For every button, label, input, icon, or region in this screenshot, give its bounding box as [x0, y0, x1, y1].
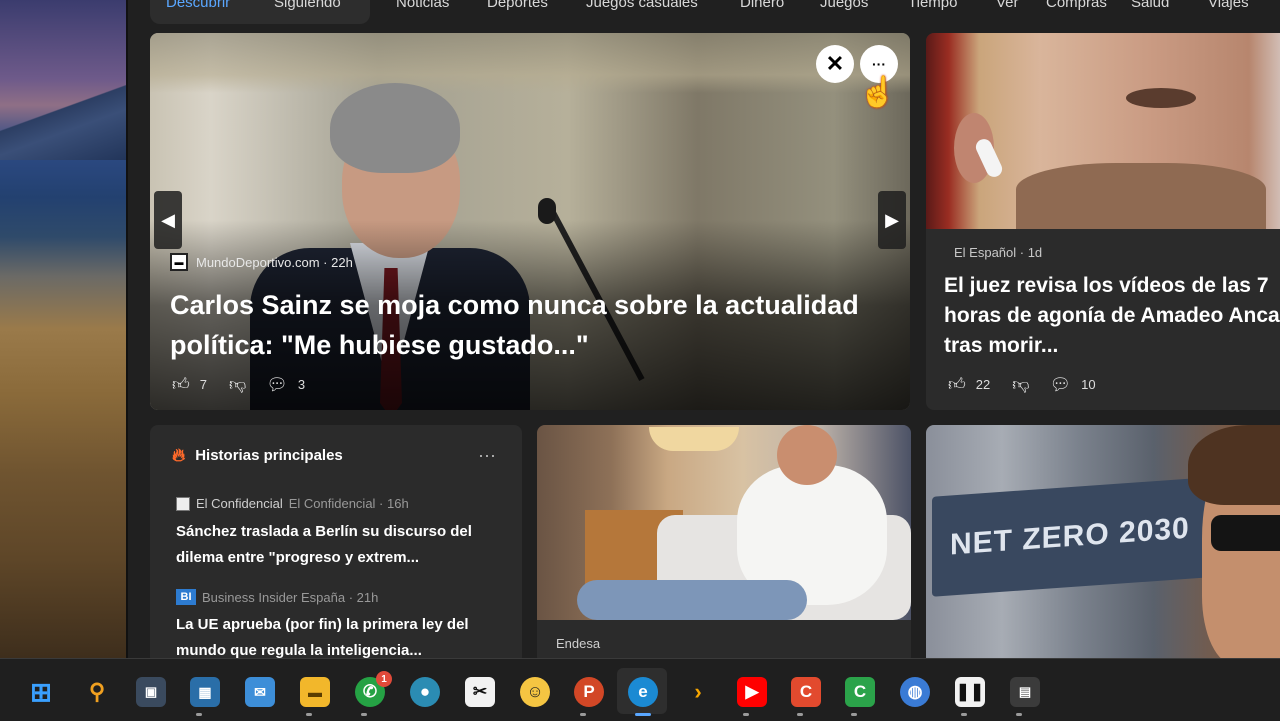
story-title[interactable]: La UE aprueba (por fin) la primera ley d… [176, 612, 506, 664]
story-title[interactable]: Sánchez traslada a Berlín su discurso de… [176, 519, 506, 571]
story-logo-alt: El Confidencial [196, 496, 283, 511]
tab-viajes[interactable]: Viajes [1208, 0, 1249, 11]
tab-noticias[interactable]: Noticias [396, 0, 449, 11]
story-source-text: El Confidencial · 16h [288, 496, 409, 511]
globe-app-icon[interactable]: ◍ [900, 677, 930, 707]
task-view-icon[interactable]: ▣ [136, 677, 166, 707]
hero-reactions: 👍︎ 7 👎︎ 💬︎ 3 [172, 374, 317, 395]
hand-cursor-icon: ☝ [859, 76, 897, 109]
story-source: BI Business Insider España · 21h [176, 589, 378, 605]
close-icon[interactable]: ✕ [816, 45, 854, 83]
hero-source-text: MundoDeportivo.com · 22h [196, 254, 353, 270]
emoji-app-icon[interactable]: ☺ [520, 677, 550, 707]
tab-deportes[interactable]: Deportes [487, 0, 548, 11]
comment-icon[interactable]: 💬︎ [266, 375, 288, 395]
next-arrow-icon[interactable]: ▶ [878, 191, 906, 249]
whatsapp-icon[interactable]: ✆ 1 [355, 671, 392, 707]
card-source: El Español · 1d [954, 245, 1043, 260]
green-app-icon[interactable]: C [845, 677, 875, 707]
like-count: 7 [199, 377, 207, 392]
tab-juegos[interactable]: Juegos [820, 0, 868, 11]
mundodeportivo-logo-icon: ▬ [170, 253, 188, 271]
card-photo: NET ZERO 2030 [926, 425, 1280, 665]
hero-source: ▬ MundoDeportivo.com · 22h [170, 253, 353, 271]
tab-tiempo[interactable]: Tiempo [908, 0, 957, 11]
comment-icon[interactable]: 💬︎ [1050, 375, 1072, 395]
more-options-icon[interactable]: ··· [478, 445, 496, 466]
app-icon[interactable]: ● [410, 677, 440, 707]
card-photo [926, 33, 1280, 229]
pause-icon[interactable]: ❚❚ [955, 677, 985, 707]
sponsor-label: Endesa [556, 636, 601, 651]
like-icon[interactable]: 👍︎ [172, 374, 190, 395]
edge-browser-icon[interactable]: e [628, 677, 658, 707]
like-icon[interactable]: 👍︎ [948, 374, 966, 395]
youtube-icon[interactable]: ▶ [737, 677, 767, 707]
card-headline[interactable]: El juez revisa los vídeos de las 7 horas… [944, 271, 1280, 361]
story-source: El Confidencial El Confidencial · 16h [176, 496, 409, 511]
capcut-icon[interactable]: ✂ [465, 677, 495, 707]
top-stories-card: 🔥︎ Historias principales ··· El Confiden… [150, 425, 522, 665]
news-card-el-espanol[interactable]: El Español · 1d El juez revisa los vídeo… [926, 33, 1280, 410]
previous-arrow-icon[interactable]: ◀ [154, 191, 182, 249]
calendar-app-icon[interactable]: ▤ [1010, 677, 1040, 707]
taskbar: ⊞ ⚲ ▣ ▦ ✉ ▬ ✆ 1 ● ✂ ☺ P e › ▶ C C ◍ ❚❚ ▤ [0, 658, 1280, 721]
tab-ver[interactable]: Ver [996, 0, 1019, 11]
tab-descubrir[interactable]: Descubrir [166, 0, 230, 11]
hero-news-card[interactable]: ✕ ··· ◀ ▶ ▬ MundoDeportivo.com · 22h Car… [150, 33, 910, 410]
desktop-wallpaper [0, 0, 126, 658]
news-card-f1[interactable]: NET ZERO 2030 [926, 425, 1280, 665]
search-icon[interactable]: ⚲ [82, 677, 112, 707]
tab-siguiendo[interactable]: Siguiendo [274, 0, 341, 11]
card-photo [537, 425, 911, 620]
dislike-icon[interactable]: 👎︎ [229, 374, 246, 395]
tab-juegos-casuales[interactable]: Juegos casuales [586, 0, 698, 11]
top-stories-header: 🔥︎ Historias principales [172, 445, 343, 466]
plex-icon[interactable]: › [683, 677, 713, 707]
red-app-icon[interactable]: C [791, 677, 821, 707]
top-stories-title: Historias principales [195, 447, 343, 464]
widgets-icon[interactable]: ▦ [190, 677, 220, 707]
comment-count: 3 [297, 377, 306, 392]
banner-text: NET ZERO 2030 [932, 477, 1210, 597]
sponsored-card-endesa[interactable]: Endesa [537, 425, 911, 665]
mail-icon[interactable]: ✉ [245, 677, 275, 707]
like-count: 22 [975, 377, 991, 392]
comment-count: 10 [1081, 377, 1096, 392]
file-explorer-icon[interactable]: ▬ [300, 677, 330, 707]
windows-start-icon[interactable]: ⊞ [26, 677, 56, 707]
top-nav: Descubrir Siguiendo Noticias Deportes Ju… [128, 0, 1280, 24]
fire-icon: 🔥︎ [172, 445, 186, 465]
business-insider-logo-icon: BI [176, 589, 196, 605]
dislike-icon[interactable]: 👎︎ [1012, 374, 1029, 395]
powerpoint-icon[interactable]: P [574, 677, 604, 707]
tab-dinero[interactable]: Dinero [740, 0, 784, 11]
hero-headline[interactable]: Carlos Sainz se moja como nunca sobre la… [170, 285, 900, 365]
el-confidencial-logo-icon [176, 496, 190, 511]
tab-salud[interactable]: Salud [1131, 0, 1169, 11]
notification-badge: 1 [376, 671, 392, 687]
card-reactions: 👍︎ 22 👎︎ 💬︎ 10 [948, 374, 1108, 395]
news-feed-panel: Descubrir Siguiendo Noticias Deportes Ju… [128, 0, 1280, 665]
tab-compras[interactable]: Compras [1046, 0, 1107, 11]
story-source-text: Business Insider España · 21h [202, 589, 379, 605]
